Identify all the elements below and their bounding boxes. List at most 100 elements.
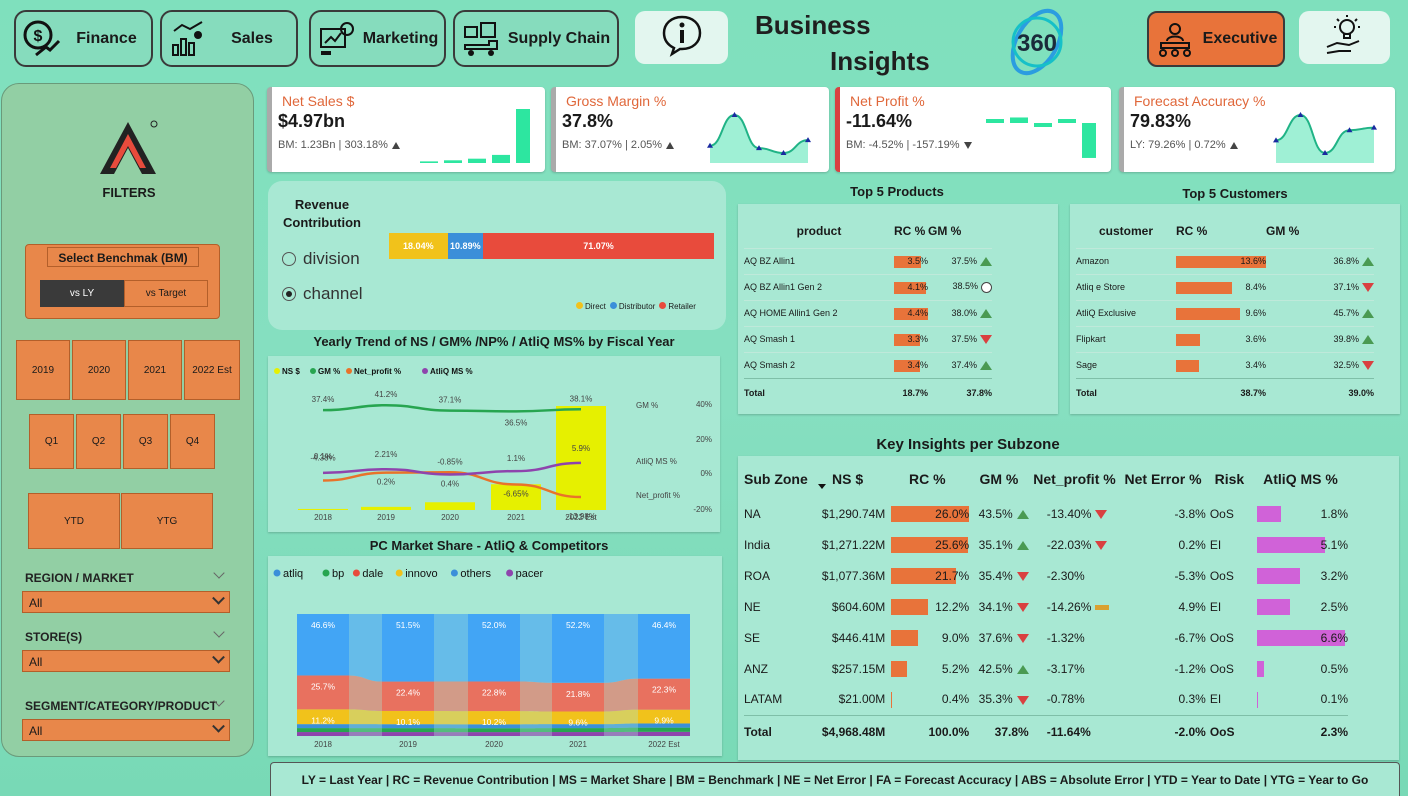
- table-row[interactable]: LATAM $21.00M 0.4% 35.3% -0.78% 0.3% EI 0.1%: [744, 684, 1348, 715]
- table-row[interactable]: AtliQ Exclusive 9.6% 45.7%: [1076, 300, 1374, 326]
- rc-value: 26.0%: [935, 506, 970, 521]
- column-header[interactable]: RC %: [894, 214, 928, 248]
- total-rc: 18.7%: [902, 388, 928, 399]
- table-row[interactable]: ROA $1,077.36M 21.7% 35.4% -2.30% -5.3% OoS 3.2…: [744, 560, 1348, 591]
- series-axis-label: Net_profit %: [636, 491, 680, 500]
- revenue-segment: 71.07%: [483, 233, 714, 259]
- year-tile-2022-est[interactable]: 2022 Est: [184, 340, 240, 400]
- table-row[interactable]: AQ Smash 1 3.3% 37.5%: [744, 326, 992, 352]
- bm-vs-target-button[interactable]: vs Target: [124, 280, 208, 307]
- ribbon-bp: [349, 728, 382, 733]
- year-tile-2021[interactable]: 2021: [128, 340, 182, 400]
- y-tick-label: 0%: [700, 469, 712, 478]
- data-label: 52.2%: [566, 620, 591, 630]
- zone-ne: 4.9%: [1178, 599, 1206, 614]
- quarter-tile-q1[interactable]: Q1: [29, 414, 74, 469]
- zone-gm: 37.6%: [969, 622, 1029, 653]
- zone-name: LATAM: [744, 692, 783, 707]
- ribbon-atliq: [434, 724, 468, 729]
- column-header[interactable]: GM %: [1266, 214, 1374, 248]
- column-header[interactable]: RC %: [885, 460, 969, 498]
- column-header[interactable]: AtliQ MS %: [1253, 460, 1348, 498]
- ribbon-atliq: [604, 723, 638, 729]
- table-row[interactable]: NA $1,290.74M 26.0% 43.5% -13.40% -3.8% OoS 1.8…: [744, 498, 1348, 529]
- chevron-down-icon: [212, 650, 225, 664]
- column-header[interactable]: RC %: [1176, 214, 1266, 248]
- kpi-title: Forecast Accuracy %: [1134, 93, 1266, 109]
- table-row[interactable]: ANZ $257.15M 5.2% 42.5% -3.17% -1.2% OoS 0.5%: [744, 653, 1348, 684]
- data-label: 52.0%: [482, 620, 507, 630]
- quarter-tile-q3[interactable]: Q3: [123, 414, 168, 469]
- column-header[interactable]: GM %: [969, 460, 1029, 498]
- zone-ns: $257.15M: [831, 661, 886, 676]
- table-row[interactable]: Flipkart 3.6% 39.8%: [1076, 326, 1374, 352]
- market-share-title: PC Market Share - AtliQ & Competitors: [369, 538, 609, 553]
- year-tile-2019[interactable]: 2019: [16, 340, 70, 400]
- row-gm: 38.0%: [928, 300, 992, 326]
- data-label: 10.2%: [482, 717, 507, 727]
- zone-ns: $1,290.74M: [821, 506, 886, 521]
- table-row[interactable]: AQ HOME Allin1 Gen 2 4.4% 38.0%: [744, 300, 992, 326]
- legend-item: Direct: [576, 302, 606, 311]
- table-row[interactable]: AQ BZ Allin1 Gen 2 4.1% 38.5%: [744, 274, 992, 300]
- table-row[interactable]: NE $604.60M 12.2% 34.1% -14.26% 4.9% EI 2.5%: [744, 591, 1348, 622]
- zone-rc: 25.6%: [885, 529, 969, 560]
- zone-ns: $604.60M: [831, 599, 886, 614]
- table-row[interactable]: India $1,271.22M 25.6% 35.1% -22.03% 0.2% EI 5.…: [744, 529, 1348, 560]
- radio-channel[interactable]: channel: [282, 284, 363, 304]
- store-dropdown[interactable]: All: [22, 650, 230, 672]
- data-label: 9.9%: [654, 716, 674, 726]
- nav-marketing-button[interactable]: Marketing: [309, 10, 446, 67]
- nav-supply-chain-button[interactable]: Supply Chain: [453, 10, 619, 67]
- info-button[interactable]: [635, 11, 728, 64]
- column-header[interactable]: Risk: [1206, 460, 1253, 498]
- table-row[interactable]: SE $446.41M 9.0% 37.6% -1.32% -6.7% OoS 6.6%: [744, 622, 1348, 653]
- column-header[interactable]: GM %: [928, 214, 992, 248]
- zone-np: -14.26%: [1029, 591, 1121, 622]
- quarter-tile-q2[interactable]: Q2: [76, 414, 121, 469]
- row-name: Flipkart: [1076, 334, 1106, 344]
- table-row[interactable]: AQ Smash 2 3.4% 37.4%: [744, 352, 992, 378]
- spark-bar: [986, 119, 1004, 123]
- column-header[interactable]: Net_profit %: [1029, 460, 1121, 498]
- nav-finance-button[interactable]: $ Finance: [14, 10, 153, 67]
- radio-division-label: division: [303, 249, 360, 268]
- idea-button[interactable]: [1299, 11, 1390, 64]
- table-row[interactable]: Sage 3.4% 32.5%: [1076, 352, 1374, 378]
- column-header[interactable]: customer: [1076, 214, 1176, 248]
- data-label: 21.8%: [566, 689, 591, 699]
- zone-ns: $1,271.22M: [821, 537, 886, 552]
- ms-value: 2.5%: [1320, 599, 1348, 614]
- total-ne: -2.0%: [1174, 725, 1206, 740]
- table-row[interactable]: Amazon 13.6% 36.8%: [1076, 248, 1374, 274]
- gm-value: 35.1%: [978, 537, 1013, 552]
- brand-logo: 360: [998, 4, 1076, 80]
- triangle-down-icon: [1016, 695, 1029, 705]
- nav-sales-button[interactable]: Sales: [160, 10, 298, 67]
- legend-label: bp: [332, 568, 344, 580]
- region-dropdown[interactable]: All: [22, 591, 230, 613]
- total-np: -11.64%: [1046, 725, 1091, 740]
- column-header[interactable]: NS $: [810, 460, 885, 498]
- zone-np: -2.30%: [1029, 560, 1121, 591]
- bm-vs-ly-button[interactable]: vs LY: [40, 280, 124, 307]
- table-row[interactable]: AQ BZ Allin1 3.5% 37.5%: [744, 248, 992, 274]
- table-header-row: customer RC % GM %: [1076, 214, 1374, 248]
- table-row[interactable]: Atliq e Store 8.4% 37.1%: [1076, 274, 1374, 300]
- period-tile-ytg[interactable]: YTG: [121, 493, 213, 549]
- year-tile-2020[interactable]: 2020: [72, 340, 126, 400]
- legend-dot-icon: [450, 569, 458, 577]
- data-label: 51.5%: [396, 620, 421, 630]
- quarter-tile-q4[interactable]: Q4: [170, 414, 215, 469]
- legend-label: Retailer: [668, 302, 696, 311]
- triangle-down-icon: [1016, 571, 1029, 581]
- column-header[interactable]: product: [744, 214, 894, 248]
- column-header[interactable]: Sub Zone: [744, 460, 826, 498]
- segment-dropdown[interactable]: All: [22, 719, 230, 741]
- nav-executive-button[interactable]: Executive: [1147, 11, 1285, 67]
- period-tile-ytd[interactable]: YTD: [28, 493, 120, 549]
- radio-division[interactable]: division: [282, 249, 360, 269]
- column-header[interactable]: Net Error %: [1120, 460, 1206, 498]
- ns-bar: [425, 502, 475, 510]
- rc-value: 4.4%: [907, 308, 928, 318]
